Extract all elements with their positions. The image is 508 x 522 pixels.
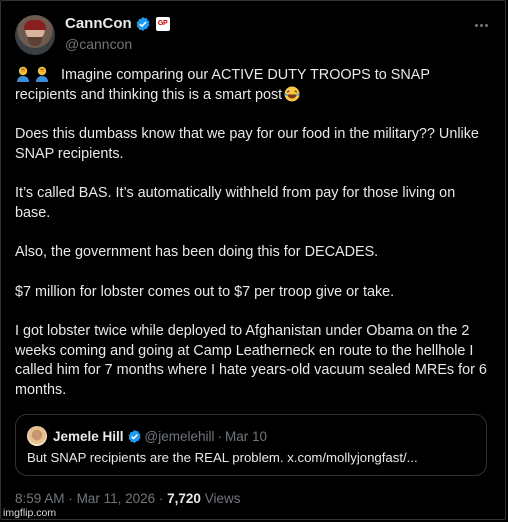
author-info: CannCon GP @canncon bbox=[65, 15, 170, 53]
post-meta: 8:59 AM · Mar 11, 2026 · 7,720 Views bbox=[15, 491, 241, 506]
views-label: Views bbox=[204, 491, 241, 506]
laughing-emoji-icon bbox=[284, 86, 300, 102]
post-date[interactable]: Mar 11, 2026 bbox=[77, 491, 156, 506]
post-paragraph: It’s called BAS. It’s automatically with… bbox=[15, 185, 456, 221]
quoted-author-handle[interactable]: @jemelehill bbox=[145, 429, 215, 444]
views-count: 7,720 bbox=[167, 491, 201, 506]
quoted-author-avatar[interactable] bbox=[27, 426, 47, 446]
post-paragraph: Does this dumbass know that we pay for o… bbox=[15, 126, 479, 162]
author-avatar[interactable] bbox=[15, 15, 55, 55]
meta-separator: · bbox=[68, 491, 73, 506]
imgflip-watermark: imgflip.com bbox=[3, 507, 57, 519]
verified-badge-icon[interactable] bbox=[135, 16, 151, 32]
more-options-icon[interactable] bbox=[471, 17, 491, 33]
quoted-separator: · bbox=[217, 428, 223, 444]
quoted-verified-badge-icon bbox=[127, 429, 142, 444]
author-display-name[interactable]: CannCon bbox=[65, 15, 132, 33]
post-card: CannCon GP @canncon Imagine comparing ou… bbox=[0, 0, 506, 520]
post-paragraph-text: Imagine comparing our ACTIVE DUTY TROOPS… bbox=[15, 67, 430, 103]
quoted-post-header: Jemele Hill @jemelehill · Mar 10 bbox=[27, 426, 267, 446]
facepalm-emoji-icon bbox=[34, 65, 50, 82]
affiliate-badge-icon[interactable]: GP bbox=[155, 17, 170, 31]
quoted-post-text: But SNAP recipients are the REAL problem… bbox=[27, 450, 418, 465]
author-name-row: CannCon GP bbox=[65, 15, 170, 33]
facepalm-emoji-icon bbox=[15, 65, 31, 82]
post-text: Imagine comparing our ACTIVE DUTY TROOPS… bbox=[15, 65, 491, 401]
post-paragraph: I got lobster twice while deployed to Af… bbox=[15, 323, 487, 399]
quoted-date[interactable]: Mar 10 bbox=[225, 429, 267, 444]
author-handle[interactable]: @canncon bbox=[65, 35, 170, 53]
post-paragraph: $7 million for lobster comes out to $7 p… bbox=[15, 283, 395, 300]
post-time[interactable]: 8:59 AM bbox=[15, 491, 65, 506]
meta-separator: · bbox=[158, 491, 164, 506]
quoted-author-name[interactable]: Jemele Hill bbox=[53, 429, 124, 444]
post-header: CannCon GP @canncon bbox=[15, 15, 491, 55]
post-paragraph: Also, the government has been doing this… bbox=[15, 244, 379, 261]
post-paragraph: Imagine comparing our ACTIVE DUTY TROOPS… bbox=[15, 65, 491, 105]
quoted-post[interactable]: Jemele Hill @jemelehill · Mar 10 But SNA… bbox=[15, 414, 487, 476]
